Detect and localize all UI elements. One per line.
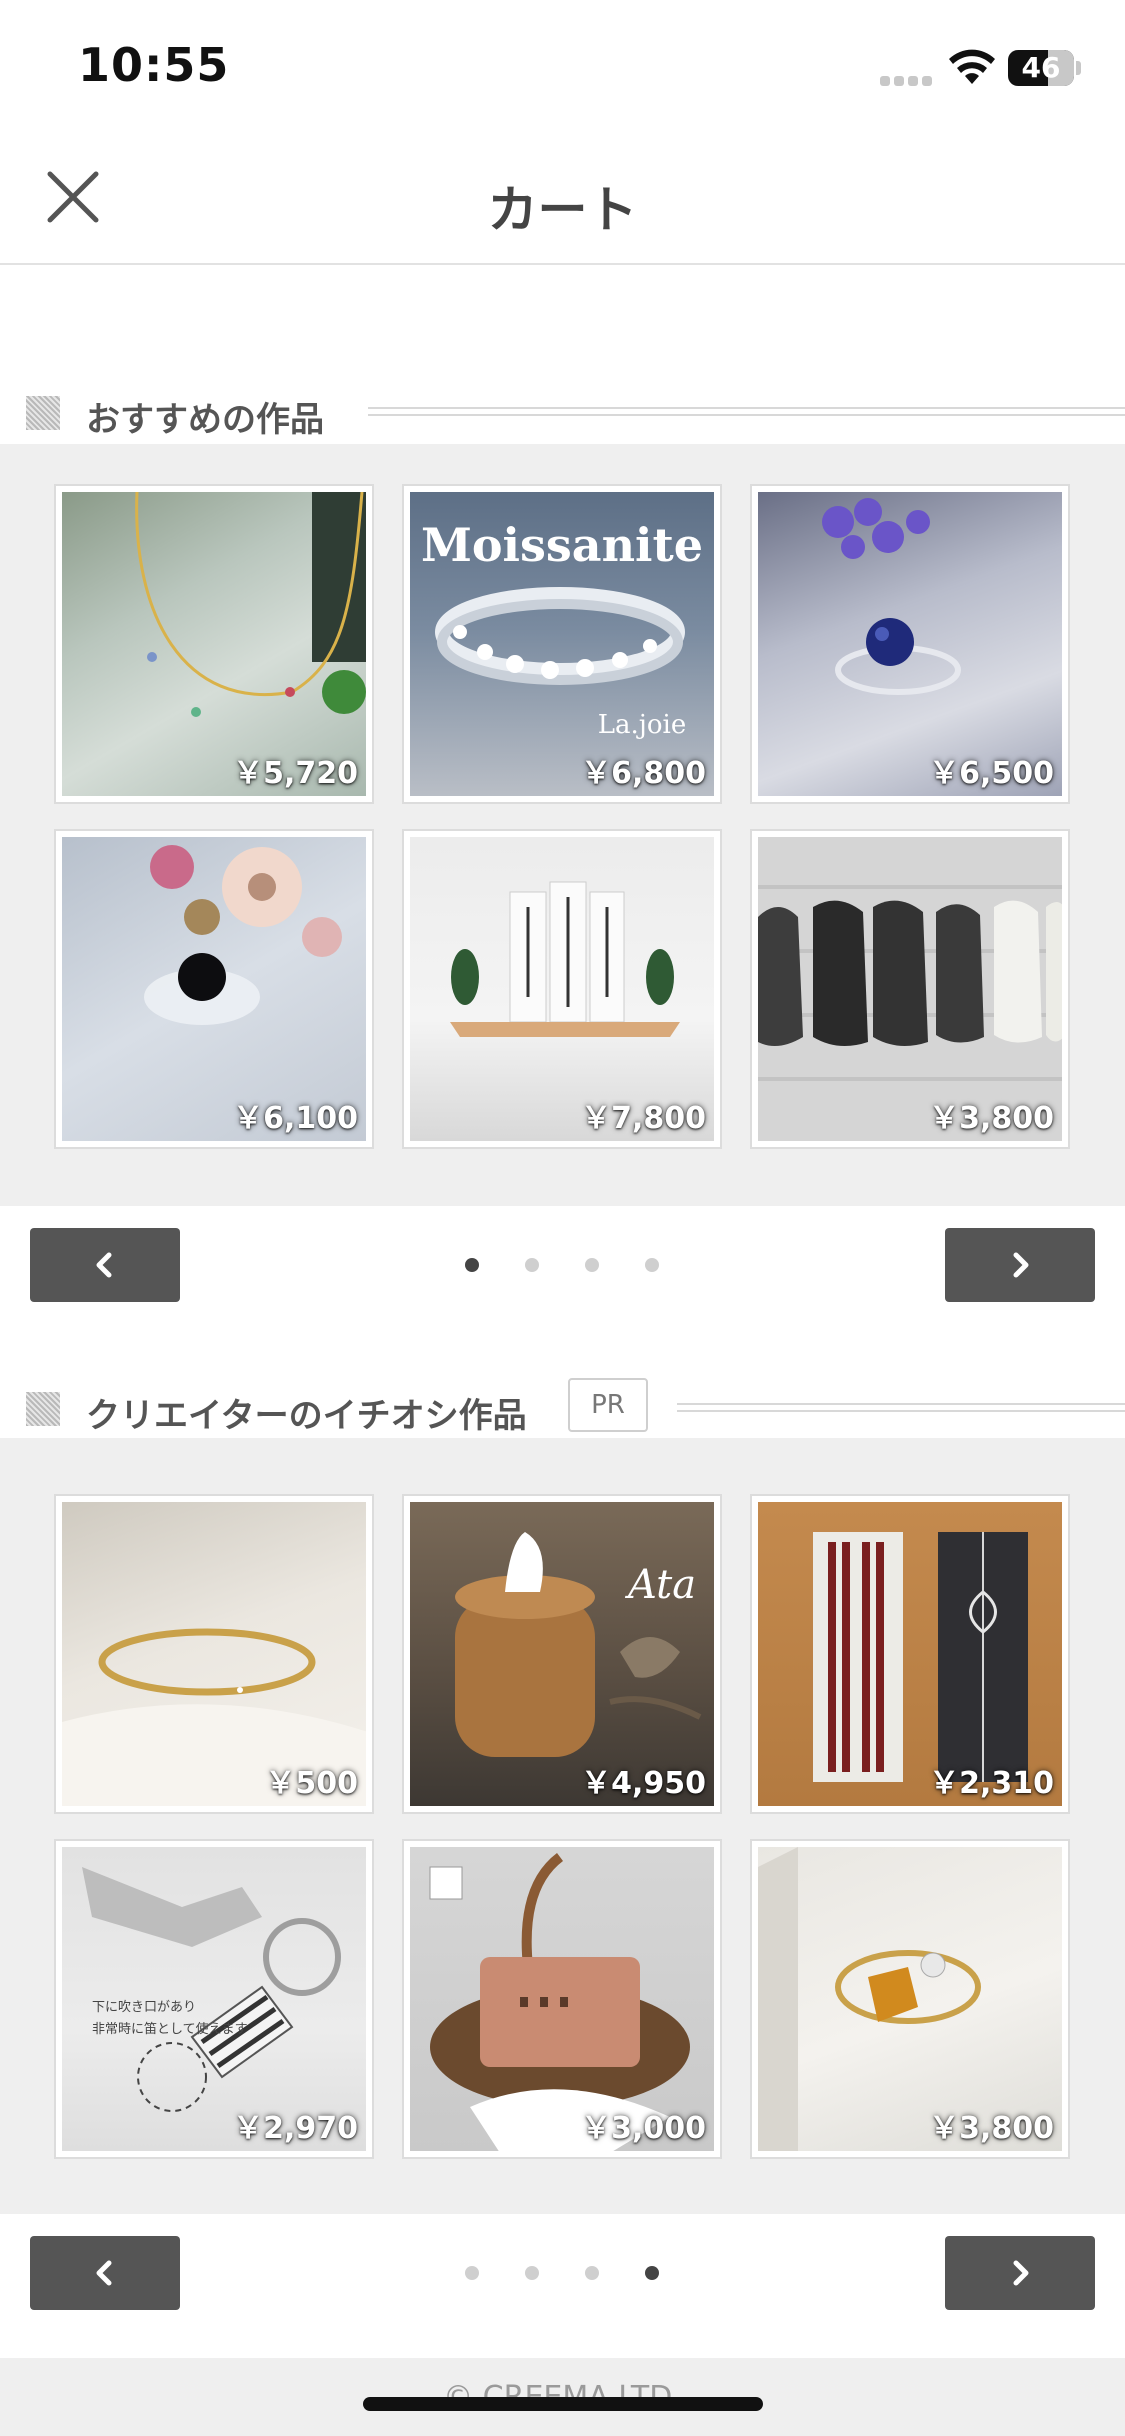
product-card[interactable]: ￥7,800 bbox=[402, 829, 722, 1149]
section-pattern-icon bbox=[26, 1392, 60, 1426]
product-card[interactable]: ￥2,310 bbox=[750, 1494, 1070, 1814]
product-card[interactable]: 下に吹き口があり 非常時に笛として使えます ￥2,970 bbox=[54, 1839, 374, 2159]
creator-picks-grid: ￥500 Ata ￥4,950 ￥2,310 下に吹き口があり 非常時に笛として… bbox=[0, 1438, 1125, 2214]
pr-badge: PR bbox=[568, 1378, 648, 1432]
product-price: ￥6,800 bbox=[581, 756, 706, 791]
product-caption: 非常時に笛として使えます bbox=[92, 2022, 248, 2037]
product-caption: 下に吹き口があり bbox=[92, 2000, 197, 2015]
page-dot[interactable] bbox=[465, 1258, 479, 1272]
product-price: ￥3,800 bbox=[929, 2111, 1054, 2146]
wifi-icon bbox=[949, 49, 995, 84]
recommended-pager bbox=[0, 1206, 1125, 1322]
next-page-button[interactable] bbox=[945, 2236, 1095, 2310]
product-card[interactable]: Ata ￥4,950 bbox=[402, 1494, 722, 1814]
page-dot[interactable] bbox=[585, 1258, 599, 1272]
chevron-right-icon bbox=[1013, 1252, 1029, 1278]
chevron-left-icon bbox=[96, 1252, 112, 1278]
navigation-bar: カート bbox=[0, 132, 1125, 265]
page-dot[interactable] bbox=[585, 2266, 599, 2280]
product-card[interactable]: ￥3,800 bbox=[750, 829, 1070, 1149]
product-price: ￥3,800 bbox=[929, 1101, 1054, 1136]
product-price: ￥3,000 bbox=[581, 2111, 706, 2146]
page-dot[interactable] bbox=[525, 2266, 539, 2280]
next-page-button[interactable] bbox=[945, 1228, 1095, 1302]
product-price: ￥500 bbox=[265, 1766, 358, 1801]
page-title: カート bbox=[487, 181, 638, 239]
product-overlay-brand: La.joie bbox=[597, 710, 687, 740]
section-divider bbox=[677, 1403, 1125, 1412]
cellular-signal-icon bbox=[880, 76, 932, 86]
page-dot[interactable] bbox=[645, 2266, 659, 2280]
previous-page-button[interactable] bbox=[30, 2236, 180, 2310]
battery-level: 46 bbox=[1021, 51, 1061, 84]
recommended-title: おすすめの作品 bbox=[86, 400, 324, 440]
product-price: ￥7,800 bbox=[581, 1101, 706, 1136]
product-card[interactable]: ￥3,000 bbox=[402, 1839, 722, 2159]
product-overlay-logo: Ata bbox=[627, 1562, 697, 1608]
creator-picks-pager bbox=[0, 2214, 1125, 2330]
page-dot[interactable] bbox=[645, 1258, 659, 1272]
chevron-right-icon bbox=[1013, 2260, 1029, 2286]
section-divider bbox=[368, 407, 1125, 416]
page-dot[interactable] bbox=[465, 2266, 479, 2280]
chevron-left-icon bbox=[96, 2260, 112, 2286]
product-card[interactable]: Moissanite La.joie ￥6,800 bbox=[402, 484, 722, 804]
home-indicator[interactable] bbox=[363, 2397, 763, 2411]
section-pattern-icon bbox=[26, 396, 60, 430]
status-time: 10:55 bbox=[78, 38, 230, 92]
recommended-section-header: おすすめの作品 bbox=[0, 382, 1125, 442]
product-price: ￥2,310 bbox=[929, 1766, 1054, 1801]
product-price: ￥4,950 bbox=[581, 1766, 706, 1801]
product-price: ￥5,720 bbox=[233, 756, 358, 791]
product-card[interactable]: ￥500 bbox=[54, 1494, 374, 1814]
creator-picks-section-header: クリエイターのイチオシ作品 PR bbox=[0, 1378, 1125, 1438]
product-card[interactable]: ￥5,720 bbox=[54, 484, 374, 804]
product-price: ￥6,100 bbox=[233, 1101, 358, 1136]
status-bar: 10:55 46 bbox=[0, 0, 1125, 132]
battery-icon: 46 bbox=[1008, 50, 1074, 86]
page-dot[interactable] bbox=[525, 1258, 539, 1272]
product-price: ￥2,970 bbox=[233, 2111, 358, 2146]
recommended-grid: ￥5,720 Moissanite La.joie ￥6,800 ￥6,500 … bbox=[0, 444, 1125, 1206]
creator-picks-title: クリエイターのイチオシ作品 bbox=[86, 1396, 527, 1436]
page-indicator bbox=[455, 2266, 675, 2282]
previous-page-button[interactable] bbox=[30, 1228, 180, 1302]
page-indicator bbox=[455, 1258, 675, 1274]
product-card[interactable]: ￥6,100 bbox=[54, 829, 374, 1149]
product-card[interactable]: ￥3,800 bbox=[750, 1839, 1070, 2159]
product-card[interactable]: ￥6,500 bbox=[750, 484, 1070, 804]
product-price: ￥6,500 bbox=[929, 756, 1054, 791]
